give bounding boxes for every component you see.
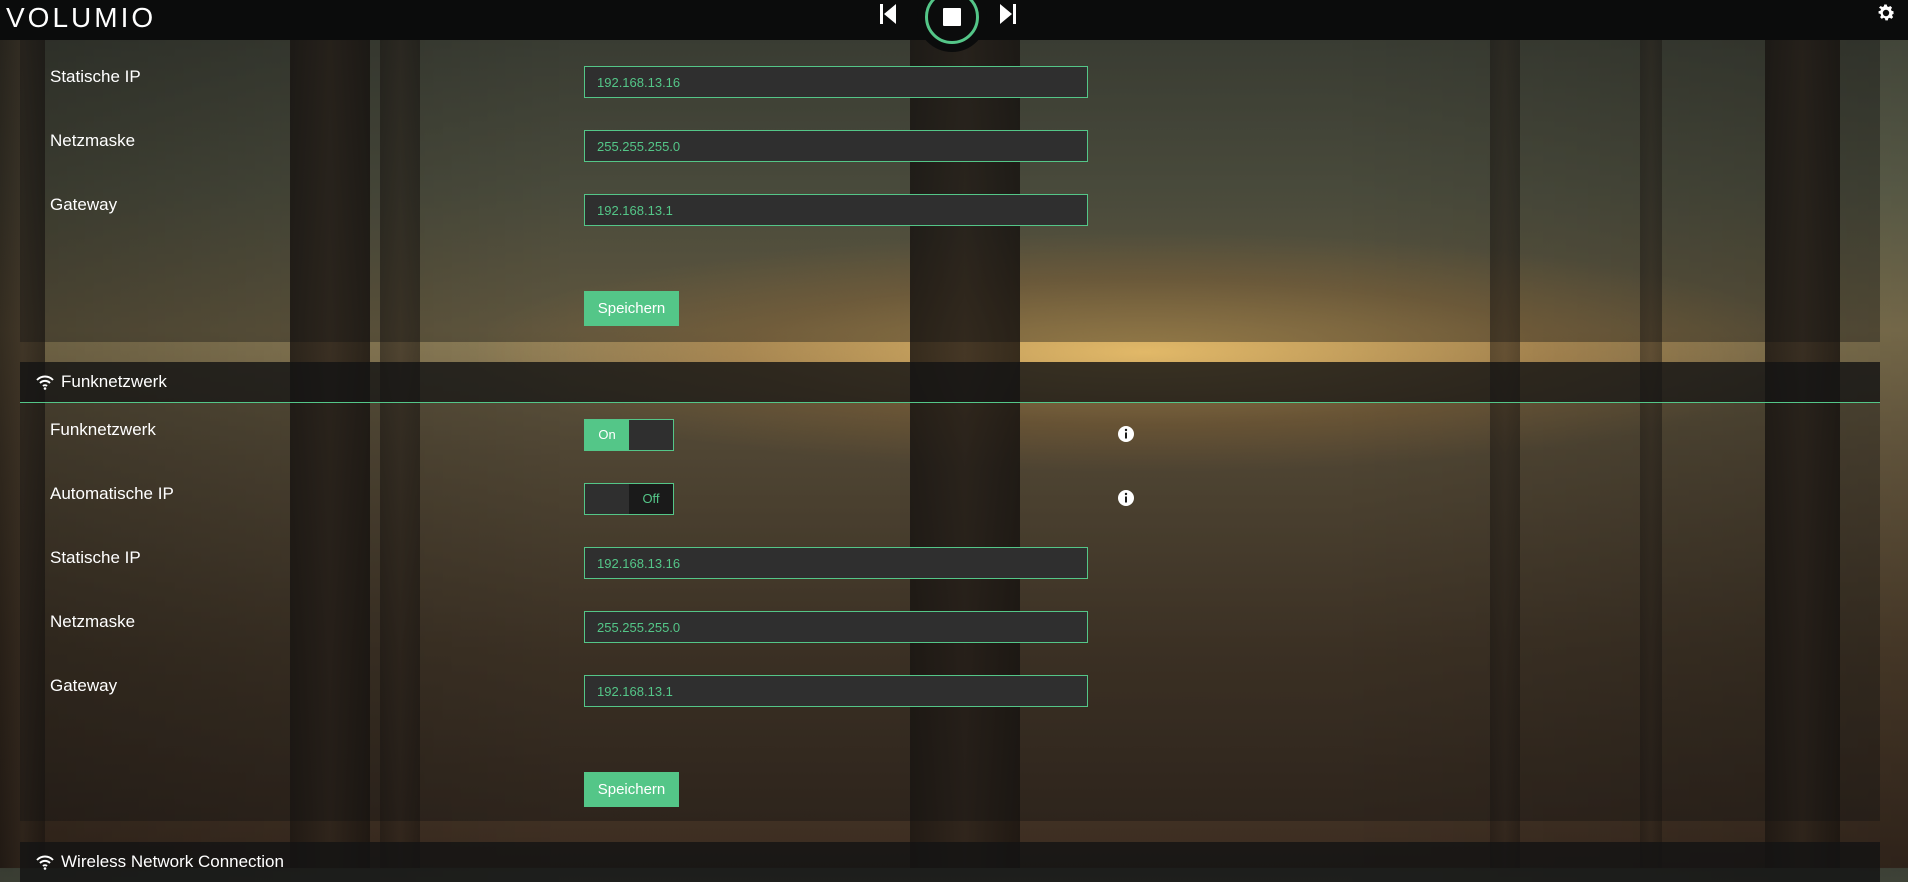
static-ip-label: Statische IP [50,548,141,567]
netmask-label: Netzmaske [50,131,136,150]
info-icon[interactable] [1117,489,1135,507]
wired-static-ip-input[interactable] [584,66,1088,98]
info-icon[interactable] [1117,425,1135,443]
volumio-logo[interactable]: VOLUMIO [6,2,156,34]
wireless-enabled-label: Funknetzwerk [50,420,156,439]
wireless-enabled-toggle[interactable]: On [584,419,674,451]
top-bar: VOLUMIO [0,0,1908,52]
auto-ip-toggle[interactable]: Off [584,483,674,515]
gateway-label: Gateway [50,195,118,214]
gateway-label: Gateway [50,676,118,695]
wired-gateway-input[interactable] [584,194,1088,226]
section-title: Funknetzwerk [61,372,167,391]
wireless-static-ip-input[interactable] [584,547,1088,579]
toggle-state: On [585,420,629,450]
skip-previous-icon[interactable] [878,2,898,26]
stop-icon [943,8,961,26]
section-title: Wireless Network Connection [61,852,284,871]
auto-ip-label: Automatische IP [50,484,174,503]
netmask-label: Netzmaske [50,612,136,631]
skip-next-icon[interactable] [998,2,1018,26]
stop-button[interactable] [925,0,979,44]
wired-netmask-input[interactable] [584,130,1088,162]
wifi-icon [36,375,54,390]
wireless-connection-section-header[interactable]: Wireless Network Connection [20,842,1880,882]
wireless-netmask-input[interactable] [584,611,1088,643]
wireless-gateway-input[interactable] [584,675,1088,707]
toggle-state: Off [629,484,673,514]
wireless-save-button[interactable]: Speichern [584,772,679,807]
wired-save-button[interactable]: Speichern [584,291,679,326]
static-ip-label: Statische IP [50,67,141,86]
wireless-section-header[interactable]: Funknetzwerk [20,362,1880,403]
gear-icon[interactable] [1875,2,1897,24]
